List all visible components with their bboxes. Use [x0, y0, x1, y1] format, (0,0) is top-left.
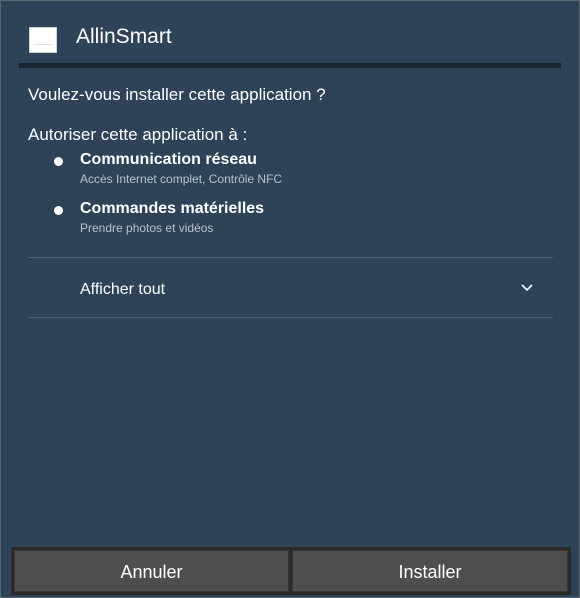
chevron-down-icon [521, 284, 533, 292]
bullet-icon [54, 206, 63, 215]
permission-description: Prendre photos et vidéos [80, 221, 214, 235]
permission-title: Commandes matérielles [80, 200, 265, 217]
permissions-heading: Autoriser cette application à : [28, 125, 248, 144]
install-dialog: AllinSmart Voulez-vous installer cette a… [0, 0, 580, 598]
cancel-button[interactable]: Annuler [14, 550, 289, 592]
permission-title: Communication réseau [80, 151, 257, 168]
title-divider [19, 63, 561, 68]
app-title: AllinSmart [76, 25, 172, 48]
permission-description: Accès Internet complet, Contrôle NFC [80, 172, 283, 186]
app-icon [29, 27, 57, 53]
install-button[interactable]: Installer [292, 550, 568, 592]
dialog-header: AllinSmart [1, 1, 579, 65]
bullet-icon [54, 157, 63, 166]
install-question: Voulez-vous installer cette application … [28, 85, 326, 104]
button-bar: Annuler Installer [11, 547, 571, 595]
show-all-permissions[interactable]: Afficher tout [28, 258, 553, 317]
show-all-label: Afficher tout [80, 281, 166, 298]
divider [28, 317, 553, 318]
